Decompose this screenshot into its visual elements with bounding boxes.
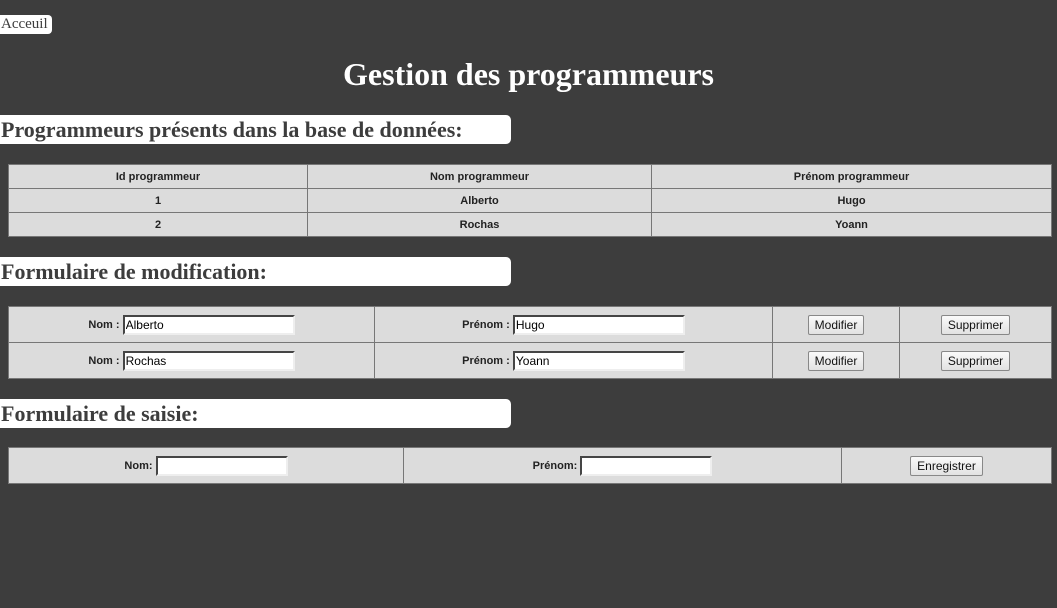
new-nom-input[interactable] <box>155 455 288 476</box>
create-row: Nom: Prénom: Enregistrer <box>8 447 1052 484</box>
modify-cell: Modifier <box>772 306 900 343</box>
prenom-label: Prénom: <box>532 459 578 472</box>
cell-prenom: Yoann <box>651 212 1052 237</box>
nom-input[interactable] <box>122 350 295 371</box>
save-button[interactable]: Enregistrer <box>910 455 983 476</box>
table-header-row: Id programmeur Nom programmeur Prénom pr… <box>8 164 1052 189</box>
modify-button[interactable]: Modifier <box>807 314 865 335</box>
prenom-input[interactable] <box>512 350 685 371</box>
table-row: 1 Alberto Hugo <box>8 188 1052 213</box>
delete-button[interactable]: Supprimer <box>940 314 1011 335</box>
modify-button[interactable]: Modifier <box>807 350 865 371</box>
cell-nom: Rochas <box>307 212 652 237</box>
prenom-label: Prénom : <box>462 354 510 367</box>
nom-cell: Nom : <box>8 306 375 343</box>
cell-prenom: Hugo <box>651 188 1052 213</box>
cell-nom: Alberto <box>307 188 652 213</box>
table-row: 2 Rochas Yoann <box>8 212 1052 237</box>
delete-cell: Supprimer <box>899 342 1052 379</box>
nom-cell: Nom: <box>8 447 404 484</box>
edit-row: Nom : Prénom : Modifier Supprimer <box>8 306 1052 343</box>
nom-label: Nom: <box>124 459 153 472</box>
cell-id: 2 <box>8 212 308 237</box>
save-cell: Enregistrer <box>841 447 1052 484</box>
edit-form-table: Nom : Prénom : Modifier Supprimer Nom : … <box>8 306 1052 379</box>
nom-label: Nom : <box>88 318 120 331</box>
prenom-cell: Prénom : <box>374 306 773 343</box>
edit-section-heading: Formulaire de modification: <box>0 257 511 286</box>
create-section-heading: Formulaire de saisie: <box>0 399 511 428</box>
new-prenom-input[interactable] <box>580 455 713 476</box>
list-section-heading: Programmeurs présents dans la base de do… <box>0 115 511 144</box>
prenom-cell: Prénom : <box>374 342 773 379</box>
delete-button[interactable]: Supprimer <box>940 350 1011 371</box>
prenom-input[interactable] <box>512 314 685 335</box>
page-title: Gestion des programmeurs <box>343 56 714 92</box>
cell-id: 1 <box>8 188 308 213</box>
delete-cell: Supprimer <box>899 306 1052 343</box>
nom-label: Nom : <box>88 354 120 367</box>
home-link[interactable]: Acceuil <box>0 15 52 34</box>
column-header-nom: Nom programmeur <box>307 164 652 189</box>
column-header-prenom: Prénom programmeur <box>651 164 1052 189</box>
edit-row: Nom : Prénom : Modifier Supprimer <box>8 342 1052 379</box>
prenom-cell: Prénom: <box>403 447 842 484</box>
prenom-label: Prénom : <box>462 318 510 331</box>
nom-cell: Nom : <box>8 342 375 379</box>
modify-cell: Modifier <box>772 342 900 379</box>
programmers-table: Id programmeur Nom programmeur Prénom pr… <box>8 164 1052 237</box>
nom-input[interactable] <box>122 314 295 335</box>
create-form-table: Nom: Prénom: Enregistrer <box>8 447 1052 484</box>
column-header-id: Id programmeur <box>8 164 308 189</box>
